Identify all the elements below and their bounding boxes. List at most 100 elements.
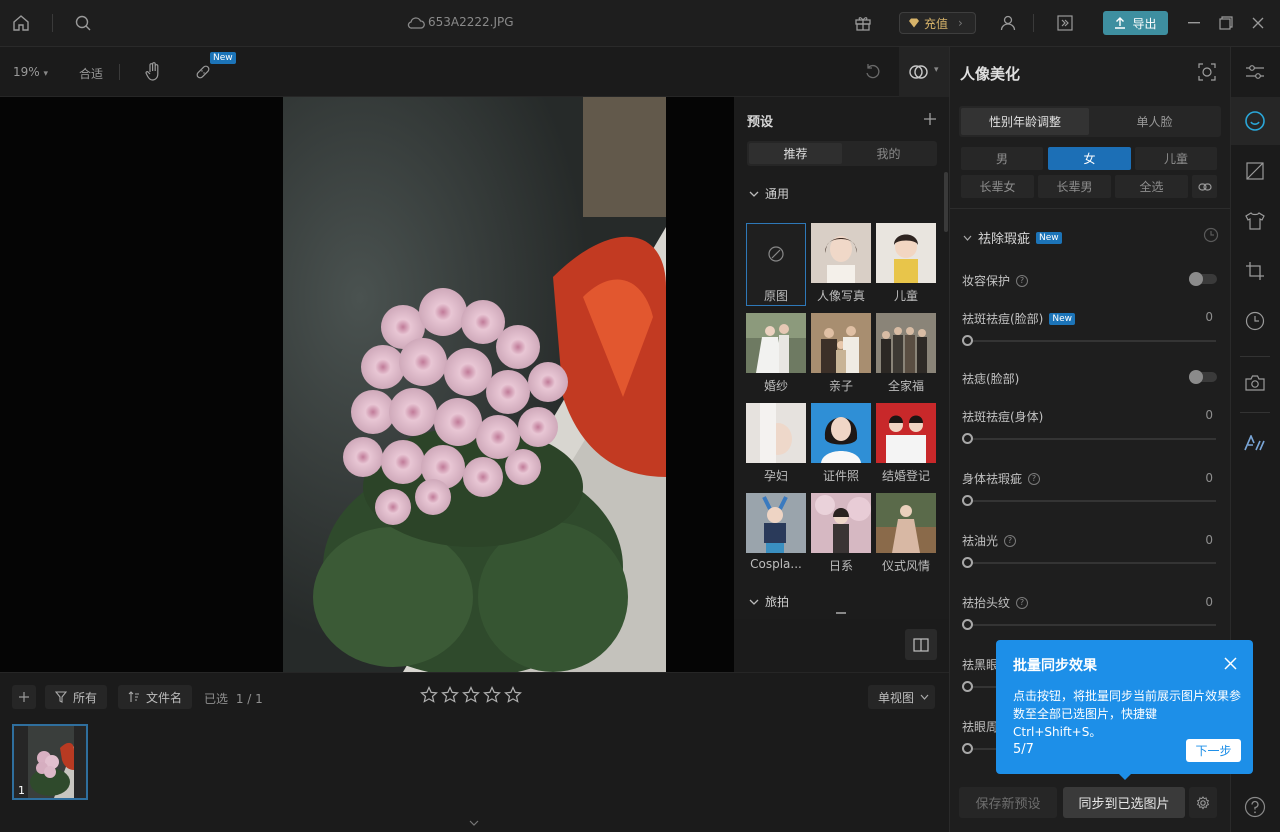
sort-button[interactable]: 文件名 (118, 685, 193, 709)
preset-label: 原图 (763, 289, 788, 303)
help-icon[interactable]: ? (1004, 534, 1017, 547)
user-icon[interactable] (997, 12, 1019, 34)
select-all-button[interactable]: 全选 (1115, 175, 1188, 198)
recharge-button[interactable]: 充值 › (899, 12, 976, 34)
camera-icon[interactable] (1241, 370, 1269, 396)
preset-japanese[interactable]: 日系 (811, 493, 871, 576)
preset-wedding[interactable]: 婚纱 (746, 313, 806, 396)
search-icon[interactable] (72, 12, 94, 34)
elder-male-button[interactable]: 长辈男 (1038, 175, 1111, 198)
sync-settings-button[interactable] (1189, 787, 1217, 818)
undo-icon[interactable] (862, 61, 884, 83)
panel-title: 人像美化 (960, 65, 1021, 83)
view-mode-select[interactable]: 单视图 (868, 685, 936, 709)
face-beauty-icon[interactable] (1241, 108, 1269, 134)
rating-stars[interactable] (420, 686, 522, 704)
gender-female-button[interactable]: 女 (1048, 147, 1131, 170)
presets-scrollbar[interactable] (944, 172, 948, 232)
fit-button[interactable]: 合适 (79, 65, 103, 82)
tooltip-next-button[interactable]: 下一步 (1186, 739, 1241, 762)
preset-portrait[interactable]: 人像写真 (811, 223, 871, 306)
hand-pan-icon[interactable] (142, 61, 164, 83)
help-icon[interactable]: ? (1016, 596, 1029, 609)
section-travel-header[interactable]: 旅拍 (749, 593, 789, 610)
thumb-index: 1 (18, 784, 25, 797)
history-icon[interactable] (1241, 308, 1269, 334)
slider-handle[interactable] (962, 743, 973, 754)
section-general-header[interactable]: 通用 (749, 185, 789, 202)
export-button[interactable]: 导出 (1103, 11, 1168, 35)
oil-shine-slider[interactable] (962, 562, 1216, 564)
crop-icon[interactable] (1241, 258, 1269, 284)
chevron-down-icon[interactable] (466, 817, 482, 829)
body-spot-slider[interactable] (962, 438, 1216, 440)
add-preset-icon[interactable] (921, 110, 939, 128)
segment-gender-age[interactable]: 性别年龄调整 (961, 108, 1089, 135)
preset-ceremony-style[interactable]: 仪式风情 (876, 493, 936, 576)
save-preset-button[interactable]: 保存新预设 (959, 787, 1057, 818)
star-icon[interactable] (441, 686, 459, 704)
slider-handle[interactable] (962, 619, 973, 630)
filter-button[interactable]: 所有 (45, 685, 108, 709)
preset-maternity[interactable]: 孕妇 (746, 403, 806, 486)
film-thumbnail[interactable]: 1 (12, 724, 88, 800)
preset-full-family[interactable]: 全家福 (876, 313, 936, 396)
cloud-icon (407, 15, 425, 31)
help-icon[interactable]: ? (1016, 274, 1029, 287)
preset-cosplay[interactable]: Cospla... (746, 493, 806, 576)
tab-mine[interactable]: 我的 (842, 141, 935, 166)
star-icon[interactable] (420, 686, 438, 704)
drag-handle[interactable] (836, 612, 846, 614)
ai-icon[interactable] (1241, 430, 1269, 456)
zoom-select[interactable]: 19% ▾ (13, 65, 48, 79)
panel-toggle-icon[interactable] (1054, 12, 1076, 34)
divider (1240, 356, 1270, 357)
tone-icon[interactable] (1241, 158, 1269, 184)
bandage-icon[interactable] (192, 61, 214, 83)
face-detect-icon[interactable] (1196, 61, 1218, 83)
star-icon[interactable] (483, 686, 501, 704)
preset-family[interactable]: 亲子 (811, 313, 871, 396)
help-icon[interactable]: ? (1028, 472, 1041, 485)
slider-handle[interactable] (962, 335, 973, 346)
clothing-icon[interactable] (1241, 208, 1269, 234)
reset-icon[interactable] (1201, 225, 1221, 245)
forehead-lines-slider[interactable] (962, 624, 1216, 626)
preset-thumb-image (746, 403, 806, 463)
body-blemish-slider[interactable] (962, 500, 1216, 502)
preset-marriage-registration[interactable]: 结婚登记 (876, 403, 936, 486)
preset-id-photo[interactable]: 证件照 (811, 403, 871, 486)
star-icon[interactable] (462, 686, 480, 704)
sort-label: 文件名 (146, 690, 183, 705)
new-badge: New (210, 52, 236, 64)
restore-icon[interactable] (1217, 12, 1235, 34)
makeup-protect-toggle[interactable] (1189, 272, 1217, 286)
slider-handle[interactable] (962, 681, 973, 692)
tab-recommended[interactable]: 推荐 (749, 143, 842, 164)
face-spot-slider[interactable] (962, 340, 1216, 342)
preset-label: Cospla... (750, 557, 802, 571)
blemish-section-header[interactable]: 祛除瑕疵 New (963, 228, 1062, 247)
link-button[interactable] (1192, 175, 1217, 198)
gender-male-button[interactable]: 男 (961, 147, 1043, 170)
face-mole-toggle[interactable] (1189, 370, 1217, 384)
preset-original[interactable]: 原图 (746, 223, 806, 306)
elder-female-button[interactable]: 长辈女 (961, 175, 1034, 198)
minimize-icon[interactable] (1185, 12, 1203, 34)
gift-icon[interactable] (852, 12, 874, 34)
photo-preview[interactable] (283, 97, 666, 672)
segment-single-face[interactable]: 单人脸 (1090, 108, 1219, 135)
slider-handle[interactable] (962, 433, 973, 444)
star-icon[interactable] (504, 686, 522, 704)
chevron-down-icon (963, 235, 972, 241)
sliders-icon[interactable] (1241, 59, 1269, 85)
gender-child-button[interactable]: 儿童 (1135, 147, 1217, 170)
close-icon[interactable] (1221, 654, 1239, 672)
slider-handle[interactable] (962, 557, 973, 568)
sync-to-selected-button[interactable]: 同步到已选图片 (1063, 787, 1185, 818)
close-window-icon[interactable] (1249, 12, 1267, 34)
help-circle-icon[interactable] (1242, 794, 1268, 820)
preset-kids[interactable]: 儿童 (876, 223, 936, 306)
slider-handle[interactable] (962, 495, 973, 506)
home-icon[interactable] (10, 12, 32, 34)
